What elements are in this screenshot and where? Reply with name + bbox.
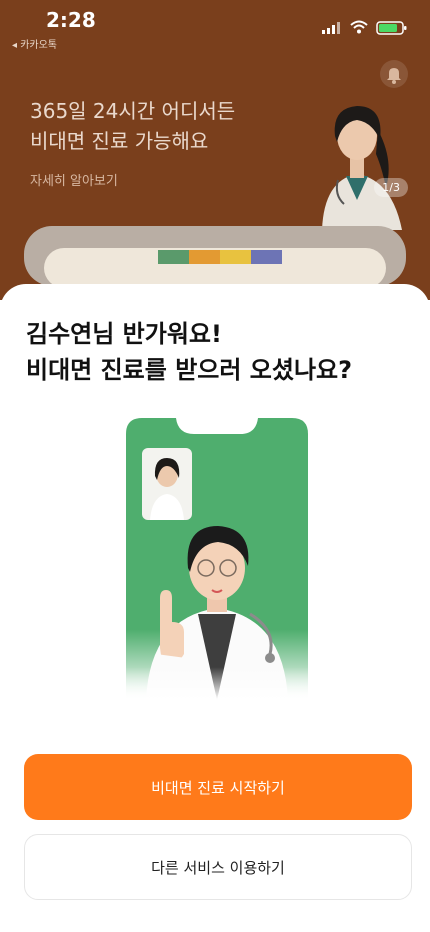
status-time: 2:28 [46,8,96,32]
signal-icon [322,22,340,34]
banner-detail-link[interactable]: 자세히 알아보기 [30,170,118,189]
banner-title-line1: 365일 24시간 어디서든 [30,99,236,123]
sheet-greeting: 김수연님 반가워요! 비대면 진료를 받으러 오셨나요? [26,316,406,388]
strip-green [158,250,189,264]
color-strip [158,250,282,264]
bottom-sheet: 김수연님 반가워요! 비대면 진료를 받으러 오셨나요? 비대면 진료 시작하기… [0,284,430,932]
banner-doctor-image [322,106,402,230]
banner-title-line2: 비대면 진료 가능해요 [30,129,209,153]
back-to-app-link[interactable]: ◂ 카카오톡 [12,36,57,51]
status-bar: 2:28 ◂ 카카오톡 [0,0,430,51]
wifi-icon [350,20,368,34]
battery-icon [376,21,407,35]
phone-doctor-illustration [126,418,308,700]
strip-yellow [220,250,251,264]
start-telemedicine-button[interactable]: 비대면 진료 시작하기 [24,754,412,820]
other-services-button[interactable]: 다른 서비스 이용하기 [24,834,412,900]
banner-page-indicator: 1/3 [374,178,408,197]
strip-orange [189,250,220,264]
strip-purple [251,250,282,264]
greeting-line2: 비대면 진료를 받으러 오셨나요? [26,356,353,384]
greeting-line1: 김수연님 반가워요! [26,320,222,348]
banner-title: 365일 24시간 어디서든 비대면 진료 가능해요 [30,96,290,156]
